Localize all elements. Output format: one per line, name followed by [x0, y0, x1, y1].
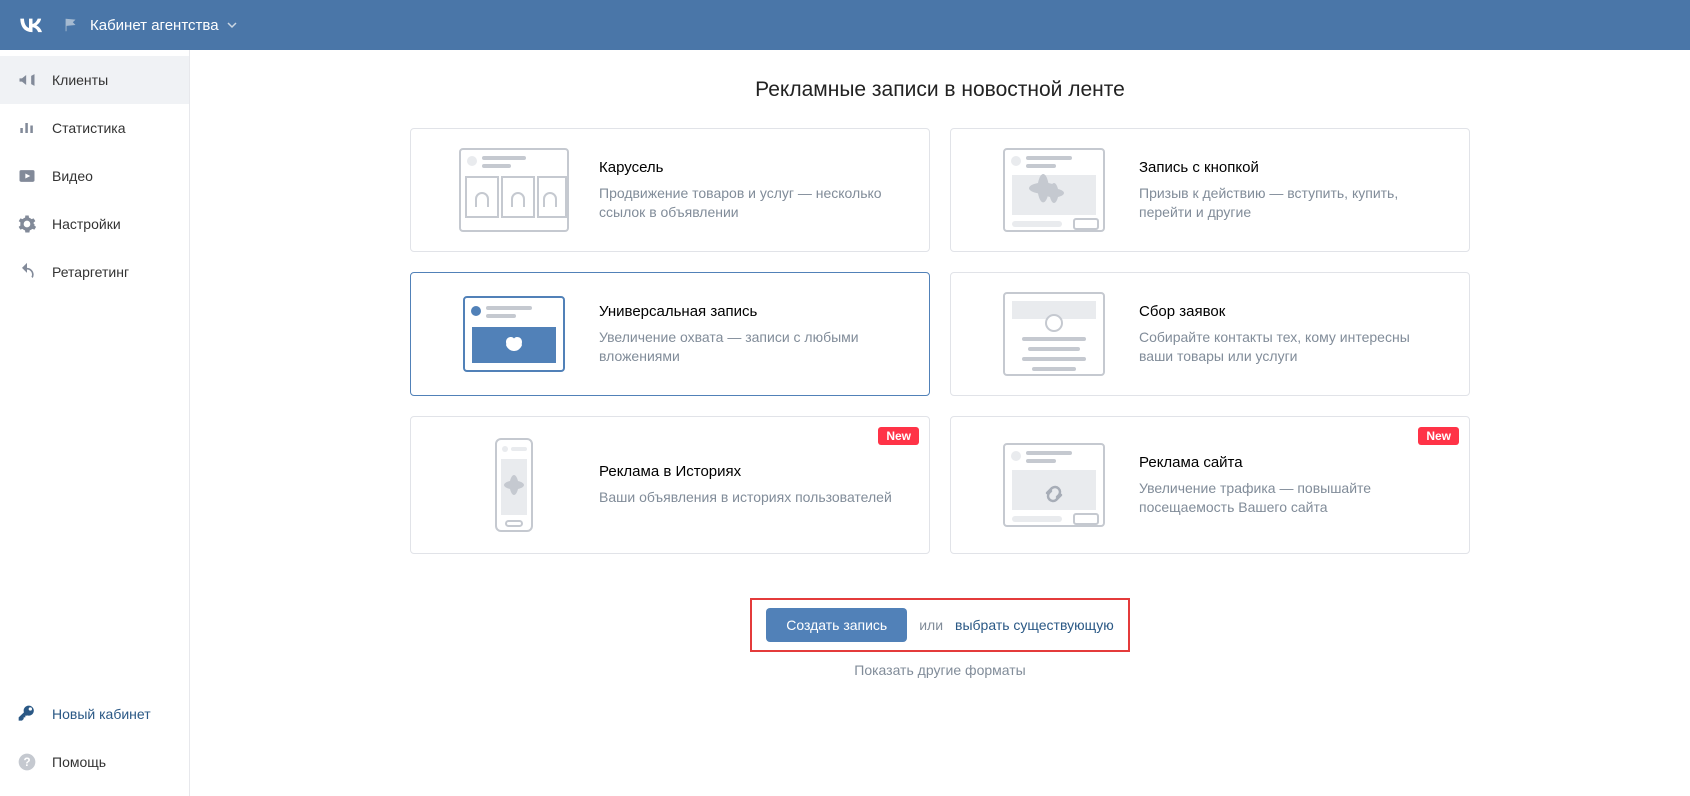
card-desc: Собирайте контакты тех, кому интересны в… — [1139, 328, 1445, 366]
show-other-formats-link[interactable]: Показать другие форматы — [854, 662, 1025, 678]
actions: Создать запись или выбрать существующую … — [750, 598, 1130, 678]
lead-form-thumb-icon — [969, 291, 1139, 377]
universal-post-thumb-icon — [429, 291, 599, 377]
play-icon — [16, 165, 38, 187]
sidebar-item-clients[interactable]: Клиенты — [0, 56, 189, 104]
post-button-thumb-icon — [969, 147, 1139, 233]
card-title: Реклама сайта — [1139, 454, 1445, 471]
sidebar-item-label: Видео — [52, 168, 93, 184]
megaphone-icon — [16, 69, 38, 91]
undo-icon — [16, 261, 38, 283]
sidebar-item-label: Клиенты — [52, 72, 108, 88]
card-site-ad[interactable]: New — [950, 416, 1470, 554]
new-badge: New — [1418, 427, 1459, 445]
site-ad-thumb-icon — [969, 442, 1139, 528]
page-title: Рекламные записи в новостной ленте — [755, 78, 1125, 102]
account-switcher[interactable]: Кабинет агентства — [62, 16, 237, 34]
stories-thumb-icon — [429, 435, 599, 535]
key-icon — [16, 703, 38, 725]
sidebar-new-account[interactable]: Новый кабинет — [0, 690, 189, 738]
sidebar-item-statistics[interactable]: Статистика — [0, 104, 189, 152]
sidebar-item-settings[interactable]: Настройки — [0, 200, 189, 248]
card-title: Универсальная запись — [599, 303, 905, 320]
sidebar: Клиенты Статистика Видео Настройки — [0, 50, 190, 796]
main: Рекламные записи в новостной ленте — [190, 50, 1690, 796]
flag-icon — [62, 16, 80, 34]
card-universal-post[interactable]: Универсальная запись Увеличение охвата —… — [410, 272, 930, 396]
chevron-down-icon — [227, 20, 237, 30]
card-stories-ad[interactable]: New Реклама в Историях Ваши объявления в… — [410, 416, 930, 554]
card-desc: Увеличение охвата — записи с любыми влож… — [599, 328, 905, 366]
card-title: Сбор заявок — [1139, 303, 1445, 320]
card-lead-form[interactable]: Сбор заявок Собирайте контакты тех, кому… — [950, 272, 1470, 396]
card-desc: Призыв к действию — вступить, купить, пе… — [1139, 184, 1445, 222]
vk-logo-icon — [14, 8, 48, 42]
card-desc: Ваши объявления в историях пользователей — [599, 488, 905, 507]
sidebar-item-label: Настройки — [52, 216, 121, 232]
sidebar-item-video[interactable]: Видео — [0, 152, 189, 200]
choose-existing-link[interactable]: выбрать существующую — [955, 617, 1114, 633]
card-title: Реклама в Историях — [599, 463, 905, 480]
card-desc: Продвижение товаров и услуг — несколько … — [599, 184, 905, 222]
new-badge: New — [878, 427, 919, 445]
sidebar-item-label: Ретаргетинг — [52, 264, 129, 280]
card-post-with-button[interactable]: Запись с кнопкой Призыв к действию — вст… — [950, 128, 1470, 252]
account-label: Кабинет агентства — [90, 17, 219, 34]
sidebar-help-label: Помощь — [52, 754, 106, 770]
card-desc: Увеличение трафика — повышайте посещаемо… — [1139, 479, 1445, 517]
svg-text:?: ? — [23, 756, 30, 769]
create-post-button[interactable]: Создать запись — [766, 608, 907, 642]
format-grid: Карусель Продвижение товаров и услуг — н… — [410, 128, 1470, 554]
bars-icon — [16, 117, 38, 139]
header-bar: Кабинет агентства — [0, 0, 1690, 50]
sidebar-help[interactable]: ? Помощь — [0, 738, 189, 786]
primary-action-row: Создать запись или выбрать существующую — [750, 598, 1130, 652]
gear-icon — [16, 213, 38, 235]
sidebar-item-label: Статистика — [52, 120, 126, 136]
sidebar-item-retargeting[interactable]: Ретаргетинг — [0, 248, 189, 296]
card-title: Карусель — [599, 159, 905, 176]
or-text: или — [919, 617, 943, 633]
carousel-thumb-icon — [429, 147, 599, 233]
card-carousel[interactable]: Карусель Продвижение товаров и услуг — н… — [410, 128, 930, 252]
card-title: Запись с кнопкой — [1139, 159, 1445, 176]
sidebar-new-account-label: Новый кабинет — [52, 706, 151, 722]
question-icon: ? — [16, 751, 38, 773]
